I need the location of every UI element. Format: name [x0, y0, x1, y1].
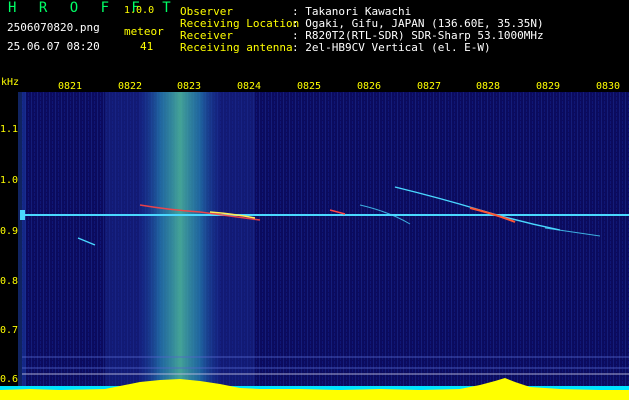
interference-burst: [140, 92, 220, 400]
edge-band: [18, 92, 26, 400]
carrier-marker: [20, 210, 25, 220]
spectrogram-overlay: [0, 92, 629, 400]
